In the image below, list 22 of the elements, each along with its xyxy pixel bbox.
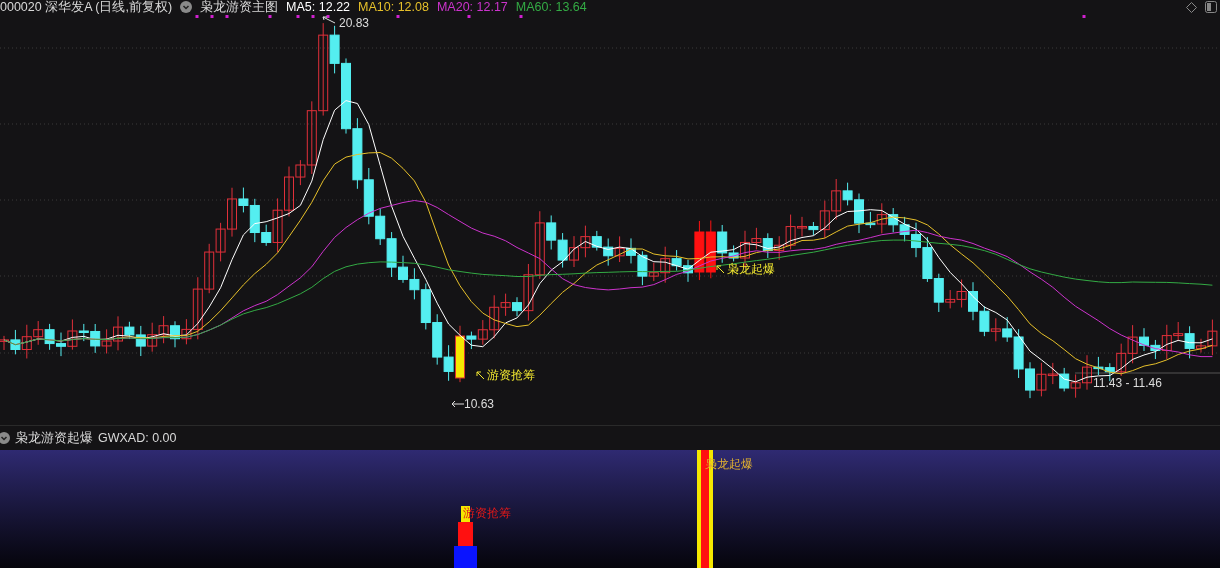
arrow-icon <box>322 16 336 24</box>
signal-label: 枭龙起爆 <box>705 457 753 471</box>
price-range-label: 11.43 - 11.46 <box>1093 376 1162 390</box>
chevron-down-icon[interactable] <box>180 1 193 13</box>
arrow-icon <box>451 400 464 408</box>
high-price-label: 20.83 <box>339 16 370 30</box>
moving-average-value: MA60: 13.64 <box>515 0 587 14</box>
low-price-label: 10.63 <box>464 397 495 411</box>
indicator-value: GWXAD: 0.00 <box>98 429 177 447</box>
diamond-icon[interactable] <box>1186 1 1197 13</box>
chevron-down-icon[interactable] <box>0 432 10 444</box>
indicator-name: 枭龙游资主图 <box>200 0 279 14</box>
signal-label: 枭龙起爆 <box>727 262 775 276</box>
moving-average-value: MA10: 12.08 <box>358 0 429 14</box>
moving-average-value: MA5: 12.22 <box>286 0 351 14</box>
arrow-icon <box>476 370 485 380</box>
panel-toggle-icon[interactable] <box>1205 1 1217 13</box>
stock-title: 000020 深华发A (日线,前复权) <box>0 0 173 14</box>
moving-average-value: MA20: 12.17 <box>436 0 508 14</box>
signal-label: 游资抢筹 <box>487 368 535 382</box>
arrow-icon <box>716 264 725 274</box>
indicator-name: 枭龙游资起爆 <box>15 429 93 447</box>
